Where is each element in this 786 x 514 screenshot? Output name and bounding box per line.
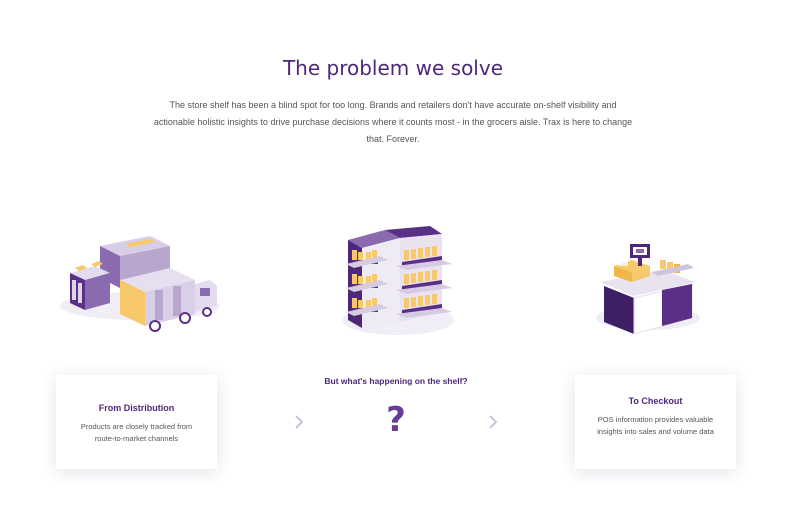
checkout-card-text: POS information provides valuable insigh… bbox=[597, 415, 714, 436]
section-intro: The store shelf has been a blind spot fo… bbox=[153, 100, 633, 144]
checkout-counter-icon bbox=[596, 244, 700, 335]
section-title: The problem we solve bbox=[282, 56, 504, 80]
store-shelf-icon bbox=[342, 226, 454, 335]
chevron-right-icon bbox=[489, 415, 498, 429]
chevron-right-icon bbox=[295, 415, 304, 429]
question-mark-icon: ? bbox=[386, 400, 406, 440]
distribution-card-title: From Distribution bbox=[98, 403, 175, 413]
checkout-card: To Checkout POS information provides val… bbox=[575, 375, 736, 469]
distribution-card-text: Products are closely tracked from route-… bbox=[80, 422, 193, 443]
distribution-card: From Distribution Products are closely t… bbox=[56, 375, 217, 469]
distribution-trucks-icon bbox=[60, 236, 220, 332]
checkout-card-title: To Checkout bbox=[628, 396, 683, 406]
shelf-question: But what's happening on the shelf? bbox=[324, 376, 468, 386]
